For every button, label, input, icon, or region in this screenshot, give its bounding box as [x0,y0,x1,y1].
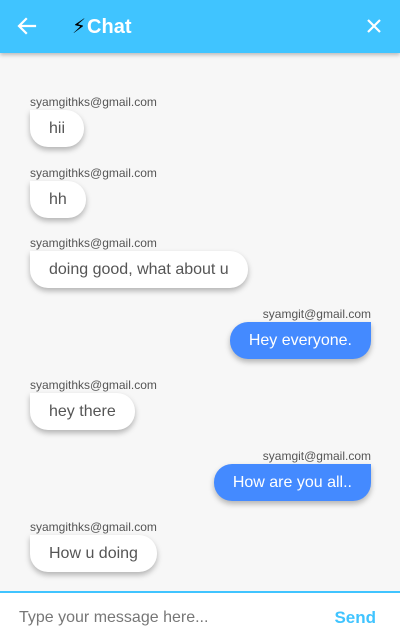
message-bubble-received: doing good, what about u [30,251,248,288]
message-item: syamgithks@gmail.com hey there [30,378,157,430]
app-title: ⚡ Chat [72,13,132,41]
message-bubble-sent: Hey everyone. [229,322,371,359]
message-sender: syamgit@gmail.com [262,307,371,321]
message-list[interactable]: syamgithks@gmail.com hii syamgithks@gmai… [0,53,400,591]
message-input[interactable] [19,605,319,631]
message-item: syamgithks@gmail.com hh [30,166,157,218]
message-bubble-received: hey there [30,393,135,430]
message-sender: syamgithks@gmail.com [30,236,157,250]
lightning-bolt-icon: ⚡ [72,16,87,38]
arrow-left-icon [17,17,37,35]
send-button[interactable]: Send [334,607,376,629]
message-sender: syamgithks@gmail.com [30,166,157,180]
close-button[interactable] [364,16,384,36]
message-composer: Send [0,591,400,642]
app-bar: ⚡ Chat [0,0,400,53]
message-item: syamgit@gmail.com Hey everyone. [229,307,371,359]
message-item: syamgithks@gmail.com hii [30,95,157,147]
message-item: syamgit@gmail.com How are you all.. [213,449,371,501]
message-sender: syamgithks@gmail.com [30,378,157,392]
chat-screen: ⚡ Chat syamgithks@gmail.com hii syamgith… [0,0,400,642]
message-item: syamgithks@gmail.com doing good, what ab… [30,236,248,288]
message-bubble-sent: How are you all.. [213,464,371,501]
message-item: syamgithks@gmail.com How u doing [30,520,157,572]
page-title: Chat [87,16,132,38]
message-sender: syamgit@gmail.com [262,449,371,463]
back-button[interactable] [16,15,38,37]
message-sender: syamgithks@gmail.com [30,95,157,109]
message-sender: syamgithks@gmail.com [30,520,157,534]
message-bubble-received: hii [30,110,85,147]
close-icon [367,19,381,33]
message-bubble-received: hh [30,181,86,218]
message-bubble-received: How u doing [30,535,157,572]
